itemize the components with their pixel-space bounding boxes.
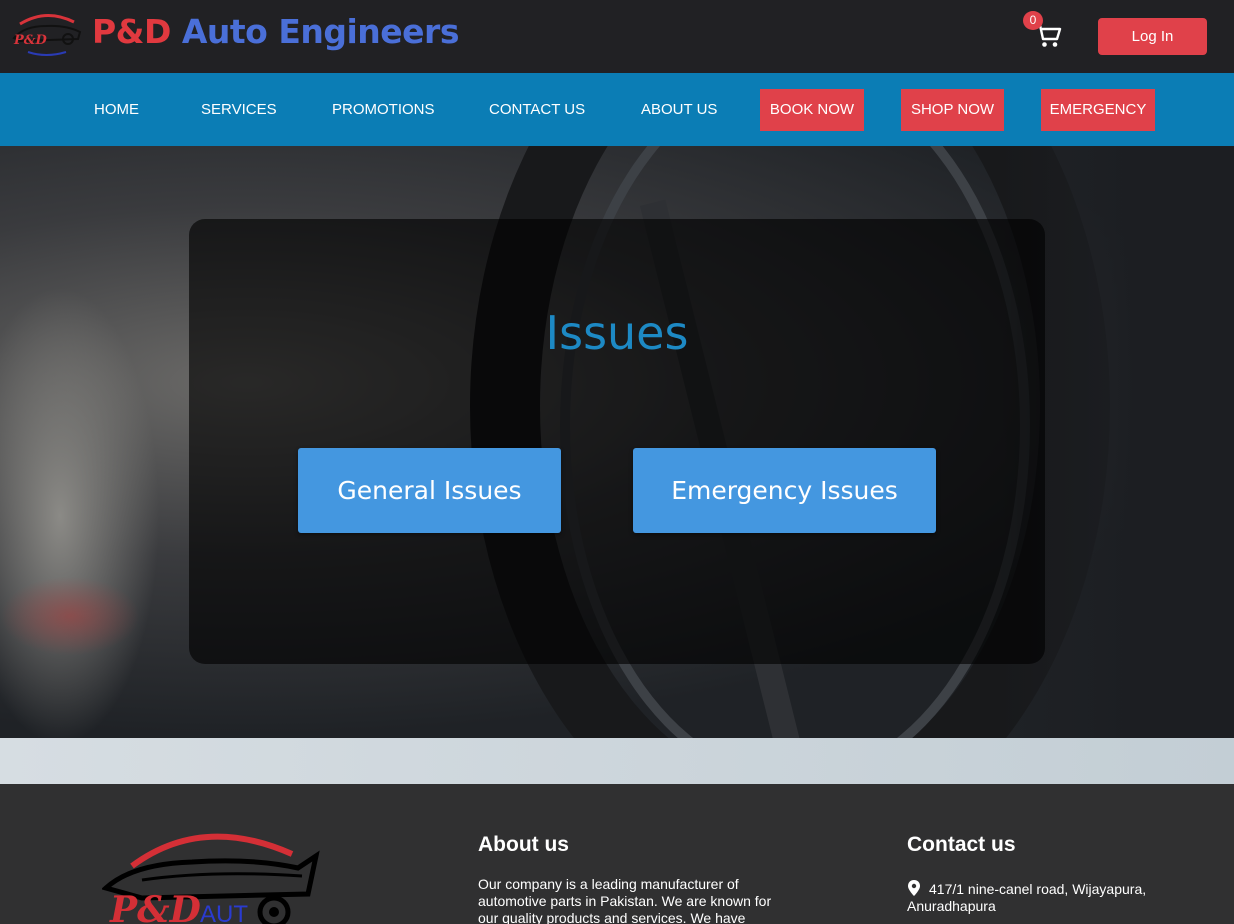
svg-text:P&D: P&D	[13, 33, 48, 48]
book-now-button[interactable]: BOOK NOW	[760, 89, 864, 131]
brand-title-part2: Auto Engineers	[181, 12, 460, 51]
emergency-issues-button[interactable]: Emergency Issues	[633, 448, 936, 533]
nav-about-us[interactable]: ABOUT US	[641, 73, 717, 146]
login-button[interactable]: Log In	[1098, 18, 1207, 55]
contact-address-text: 417/1 nine-canel road, Wijayapura, Anura…	[907, 881, 1147, 914]
svg-text:P&D: P&D	[109, 889, 201, 924]
footer-logo[interactable]: P&D AUT	[102, 824, 324, 924]
background-blur	[0, 286, 160, 738]
brand-title[interactable]: P&D Auto Engineers	[92, 12, 459, 51]
general-issues-button[interactable]: General Issues	[298, 448, 561, 533]
background-blur-red	[0, 576, 140, 656]
nav-promotions[interactable]: PROMOTIONS	[332, 73, 435, 146]
nav-services[interactable]: SERVICES	[201, 73, 277, 146]
nav-home[interactable]: HOME	[94, 73, 139, 146]
footer: P&D AUT About us Our company is a leadin…	[0, 784, 1234, 924]
cart-count-badge: 0	[1023, 11, 1043, 30]
brand-title-part1: P&D	[92, 12, 171, 51]
main-nav: HOME SERVICES PROMOTIONS CONTACT US ABOU…	[0, 73, 1234, 146]
about-us-text: Our company is a leading manufacturer of…	[478, 876, 772, 924]
issues-title: Issues	[545, 306, 689, 360]
about-us-heading: About us	[478, 833, 569, 856]
divider-strip	[0, 738, 1234, 784]
contact-us-heading: Contact us	[907, 833, 1016, 856]
top-header: P&D P&D Auto Engineers 0 Log In	[0, 0, 1234, 73]
issues-panel: Issues General Issues Emergency Issues	[189, 219, 1045, 664]
hero-section: Issues General Issues Emergency Issues	[0, 146, 1234, 738]
nav-contact-us[interactable]: CONTACT US	[489, 73, 585, 146]
shop-now-button[interactable]: SHOP NOW	[901, 89, 1004, 131]
contact-address: 417/1 nine-canel road, Wijayapura, Anura…	[907, 880, 1177, 915]
brand-logo[interactable]: P&D	[10, 8, 84, 60]
svg-text:AUT: AUT	[200, 901, 248, 924]
emergency-button[interactable]: EMERGENCY	[1041, 89, 1155, 131]
map-pin-icon	[908, 880, 920, 896]
